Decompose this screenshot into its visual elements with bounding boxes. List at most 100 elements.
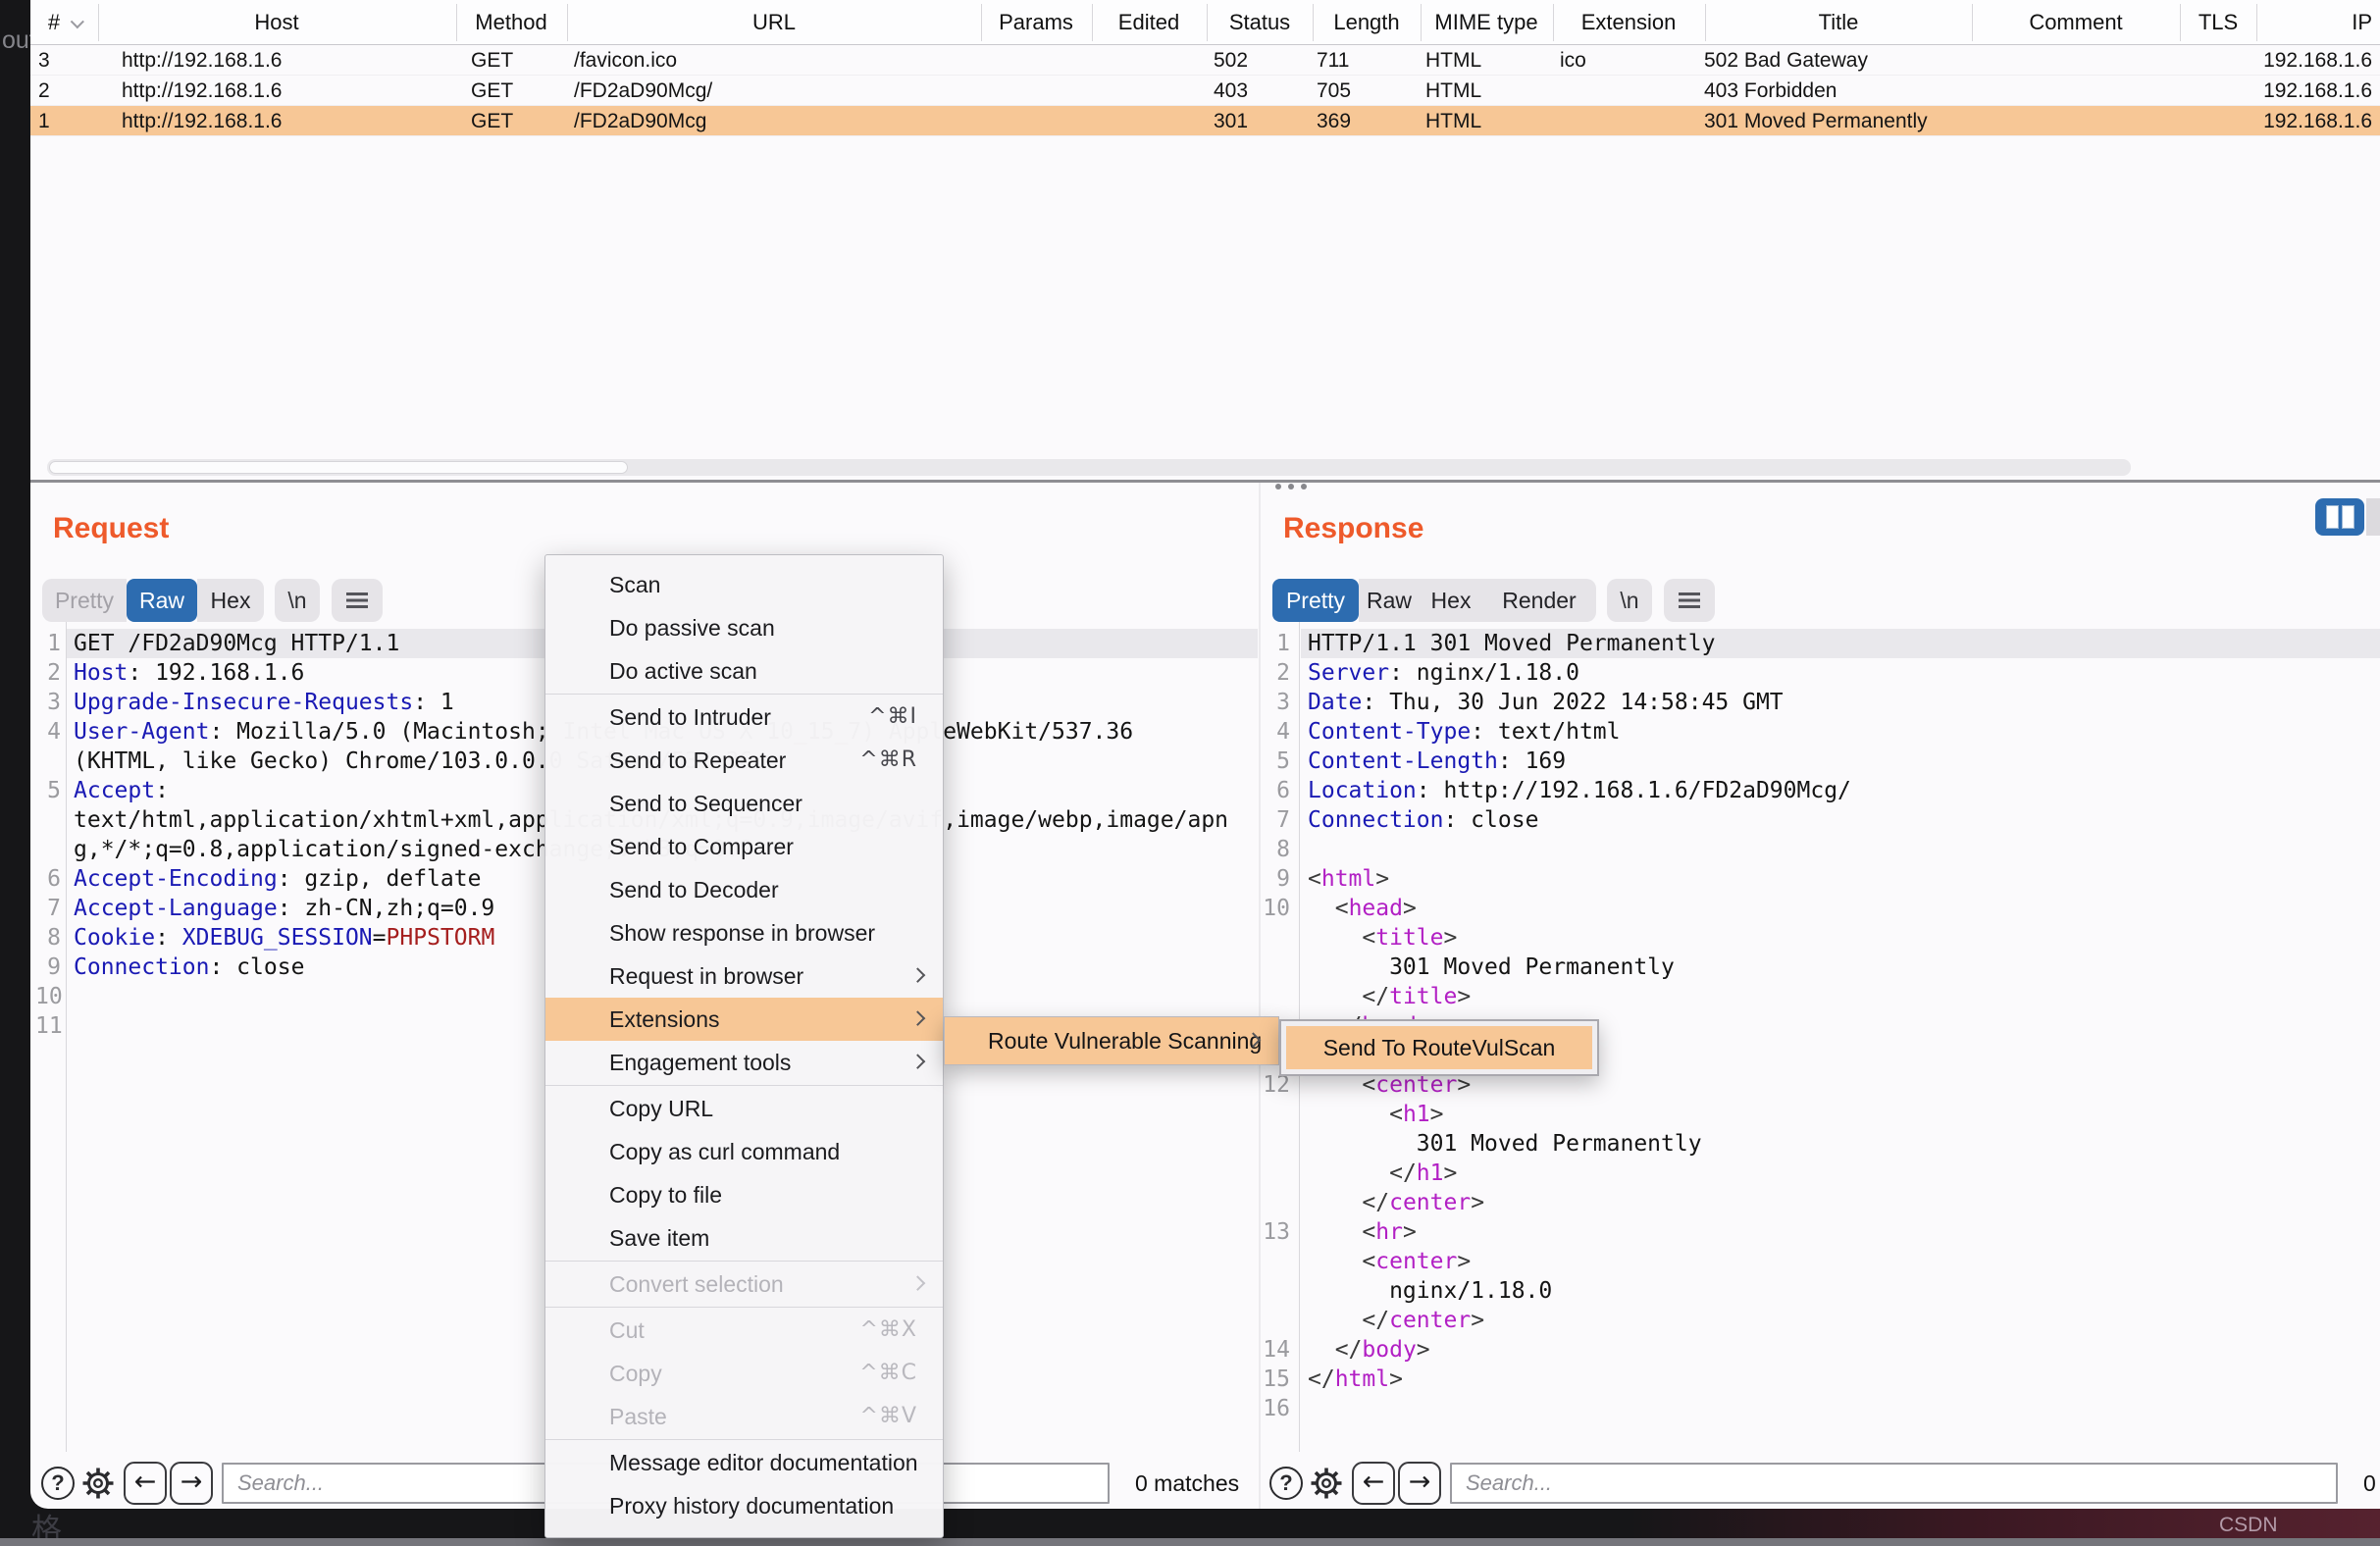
request-match-count: 0 matches <box>1135 1470 1239 1497</box>
col-header-title[interactable]: Title <box>1760 0 1917 45</box>
menu-item-engagement-tools[interactable]: Engagement tools <box>545 1041 943 1084</box>
layout-columns-button[interactable] <box>2315 498 2364 536</box>
menu-item-extensions[interactable]: Extensions <box>545 998 943 1041</box>
column-separator <box>2256 4 2257 41</box>
gear-icon <box>79 1465 117 1502</box>
menu-item-proxy-history-documentation[interactable]: Proxy history documentation <box>545 1484 943 1527</box>
tab-raw[interactable]: Raw <box>1359 579 1420 622</box>
menu-item-save-item[interactable]: Save item <box>545 1216 943 1260</box>
line-text: Location: http://192.168.1.6/FD2aD90Mcg/ <box>1308 776 1851 805</box>
col-header-url[interactable]: URL <box>696 0 853 45</box>
col-header-mime-type[interactable]: MIME type <box>1408 0 1565 45</box>
menu-separator <box>545 1307 943 1308</box>
menu-item-copy-url[interactable]: Copy URL <box>545 1087 943 1130</box>
cell-url: /FD2aD90Mcg/ <box>574 76 712 106</box>
menu-item-send-to-sequencer[interactable]: Send to Sequencer <box>545 782 943 825</box>
arrow-right-icon: → <box>1409 1467 1431 1497</box>
column-separator <box>1207 4 1208 41</box>
tab-hex[interactable]: Hex <box>1420 579 1482 622</box>
submenu-item-label: Route Vulnerable Scanning <box>988 1028 1262 1055</box>
prev-match-button[interactable]: ← <box>1352 1462 1395 1505</box>
burp-proxy-window: #HostMethodURLParamsEditedStatusLengthMI… <box>30 0 2380 1509</box>
menu-item-label: Scan <box>609 572 660 597</box>
response-line: nginx/1.18.0 <box>1261 1276 2380 1306</box>
col-header-comment[interactable]: Comment <box>1997 0 2154 45</box>
menu-item-label: Proxy history documentation <box>609 1493 894 1519</box>
col-header-host[interactable]: Host <box>198 0 355 45</box>
menu-item-label: Send to Sequencer <box>609 791 802 816</box>
line-number: 6 <box>35 864 61 894</box>
next-match-button[interactable]: → <box>1398 1462 1441 1505</box>
tab-pretty[interactable]: Pretty <box>42 579 127 622</box>
response-editor-menu-button[interactable] <box>1664 579 1715 622</box>
scrollbar-thumb[interactable] <box>49 461 628 474</box>
screen-bottom-edge <box>0 1538 2380 1546</box>
request-newline-toggle-button[interactable]: \n <box>275 579 320 622</box>
line-text: Connection: close <box>74 953 304 982</box>
table-row[interactable]: 3http://192.168.1.6GET/favicon.ico502711… <box>30 45 2380 76</box>
splitter-handle-icon[interactable] <box>1275 484 1307 490</box>
menu-item-message-editor-documentation[interactable]: Message editor documentation <box>545 1441 943 1484</box>
line-text: 301 Moved Permanently <box>1308 1129 1702 1159</box>
cell-url: /FD2aD90Mcg <box>574 106 706 136</box>
menu-item-label: Send to Intruder <box>609 704 771 730</box>
chevron-right-icon <box>910 1275 926 1291</box>
response-line: <title> <box>1261 923 2380 953</box>
menu-item-copy-to-file[interactable]: Copy to file <box>545 1173 943 1216</box>
response-line: <h1> <box>1261 1100 2380 1129</box>
menu-item-send-to-decoder[interactable]: Send to Decoder <box>545 868 943 911</box>
horizontal-splitter[interactable] <box>30 480 2380 483</box>
tab-pretty[interactable]: Pretty <box>1272 579 1359 622</box>
table-horizontal-scrollbar[interactable] <box>47 459 2131 476</box>
response-tabs: PrettyRawHexRender <box>1272 579 1596 622</box>
response-line: 14 </body> <box>1261 1335 2380 1365</box>
response-newline-toggle-button[interactable]: \n <box>1607 579 1652 622</box>
line-number: 5 <box>1261 747 1290 776</box>
help-button[interactable]: ? <box>1269 1467 1303 1500</box>
tab-render[interactable]: Render <box>1482 579 1596 622</box>
menu-separator <box>545 1261 943 1262</box>
menu-item-label: Copy <box>609 1361 662 1386</box>
menu-item-do-passive-scan[interactable]: Do passive scan <box>545 606 943 649</box>
menu-item-send-to-intruder[interactable]: Send to Intruder^⌘I <box>545 696 943 739</box>
menu-item-request-in-browser[interactable]: Request in browser <box>545 954 943 998</box>
route-vulnerable-scanning-submenu: Send To RouteVulScan <box>1279 1019 1599 1076</box>
column-separator <box>567 4 568 41</box>
line-text: Accept: <box>74 776 169 805</box>
col-header-ip[interactable]: IP <box>2254 0 2372 45</box>
response-search-input[interactable] <box>1450 1463 2338 1504</box>
prev-match-button[interactable]: ← <box>124 1462 167 1505</box>
column-separator <box>98 4 99 41</box>
line-text: nginx/1.18.0 <box>1308 1276 1552 1306</box>
cell-status: 403 <box>1214 76 1248 106</box>
layout-button-clipped[interactable] <box>2366 498 2380 536</box>
tab-raw[interactable]: Raw <box>127 579 197 622</box>
help-button[interactable]: ? <box>41 1467 75 1500</box>
col-header-label: URL <box>752 10 796 34</box>
menu-item-scan[interactable]: Scan <box>545 563 943 606</box>
table-row[interactable]: 1http://192.168.1.6GET/FD2aD90Mcg301369H… <box>30 106 2380 136</box>
response-line: 2Server: nginx/1.18.0 <box>1261 658 2380 688</box>
tab-hex[interactable]: Hex <box>197 579 264 622</box>
col-header-[interactable]: # <box>30 0 142 45</box>
menu-item-copy-as-curl-command[interactable]: Copy as curl command <box>545 1130 943 1173</box>
menu-item-send-to-repeater[interactable]: Send to Repeater^⌘R <box>545 739 943 782</box>
menu-item-show-response-in-browser[interactable]: Show response in browser <box>545 911 943 954</box>
column-separator <box>1092 4 1093 41</box>
col-header-extension[interactable]: Extension <box>1550 0 1707 45</box>
settings-button[interactable] <box>79 1465 117 1502</box>
table-row[interactable]: 2http://192.168.1.6GET/FD2aD90Mcg/403705… <box>30 76 2380 106</box>
column-separator <box>1705 4 1706 41</box>
next-match-button[interactable]: → <box>170 1462 213 1505</box>
submenu-item-send-to-routevulscan[interactable]: Send To RouteVulScan <box>1286 1026 1592 1069</box>
submenu-item-route-vulnerable-scanning[interactable]: Route Vulnerable Scanning <box>945 1017 1278 1064</box>
menu-item-do-active-scan[interactable]: Do active scan <box>545 649 943 693</box>
cell-host: http://192.168.1.6 <box>122 106 282 136</box>
menu-item-label: Extensions <box>609 1006 720 1032</box>
response-line: <center> <box>1261 1247 2380 1276</box>
menu-item-label: Send to Decoder <box>609 877 779 902</box>
menu-item-send-to-comparer[interactable]: Send to Comparer <box>545 825 943 868</box>
request-editor-menu-button[interactable] <box>332 579 383 622</box>
settings-button[interactable] <box>1308 1465 1345 1502</box>
arrow-left-icon: ← <box>134 1467 157 1497</box>
